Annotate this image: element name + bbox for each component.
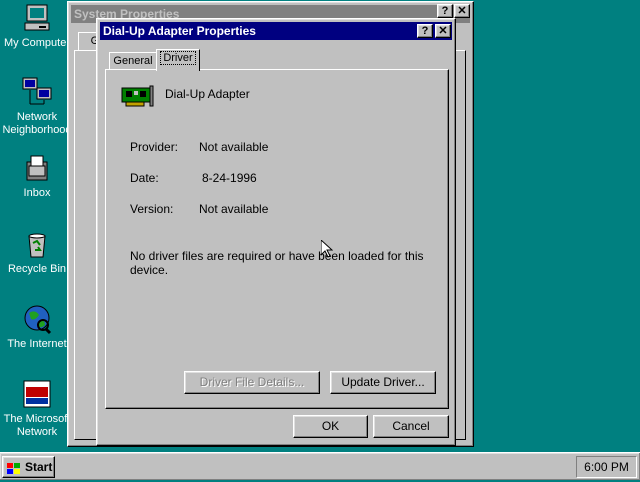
start-label: Start — [25, 460, 53, 474]
tab-driver-label: Driver — [160, 51, 196, 65]
desktop-icon-label: Network Neighborhood — [2, 111, 72, 136]
tab-driver[interactable]: Driver — [156, 49, 200, 71]
version-label: Version: — [130, 202, 174, 216]
desktop-icon-my-computer[interactable]: My Computer — [1, 2, 73, 50]
network-adapter-icon — [120, 84, 154, 108]
mouse-pointer-icon — [320, 238, 334, 258]
desktop-icon-msn[interactable]: The Microsoft Network — [1, 378, 73, 439]
desktop-icon-inbox[interactable]: Inbox — [1, 152, 73, 200]
driver-tab-panel: Dial-Up Adapter Provider: Not available … — [105, 69, 449, 409]
msn-icon — [21, 378, 53, 410]
system-tray: 6:00 PM — [576, 456, 637, 478]
help-button[interactable]: ? — [417, 24, 433, 38]
desktop-icon-label: My Computer — [3, 37, 71, 49]
close-button[interactable]: ✕ — [435, 24, 451, 38]
dialup-properties-dialog: Dial-Up Adapter Properties ? ✕ General D… — [96, 18, 456, 446]
driver-files-message: No driver files are required or have bee… — [130, 249, 424, 277]
inbox-icon — [21, 152, 53, 184]
recycle-bin-icon — [21, 228, 53, 260]
provider-value: Not available — [199, 140, 269, 154]
device-name: Dial-Up Adapter — [165, 87, 250, 101]
help-button[interactable]: ? — [437, 4, 453, 18]
desktop-icon-network-neighborhood[interactable]: Network Neighborhood — [1, 76, 73, 137]
desktop-icon-label: Recycle Bin — [7, 263, 67, 275]
ok-button[interactable]: OK — [293, 415, 368, 438]
dialog-title: Dial-Up Adapter Properties — [103, 24, 256, 38]
close-button[interactable]: ✕ — [454, 4, 470, 18]
date-label: Date: — [130, 171, 159, 185]
network-icon — [21, 76, 53, 108]
windows-logo-icon — [7, 461, 21, 474]
clock[interactable]: 6:00 PM — [584, 460, 629, 474]
driver-file-details-button[interactable]: Driver File Details... — [184, 371, 320, 394]
update-driver-button[interactable]: Update Driver... — [330, 371, 436, 394]
desktop-icon-label: Inbox — [23, 187, 51, 199]
start-button[interactable]: Start — [2, 456, 55, 478]
tab-general[interactable]: General — [109, 52, 157, 70]
desktop-icon-recycle-bin[interactable]: Recycle Bin — [1, 228, 73, 276]
desktop-icon-the-internet[interactable]: The Internet — [1, 303, 73, 351]
taskbar: Start 6:00 PM — [0, 452, 640, 480]
internet-globe-icon — [21, 303, 53, 335]
dialog-titlebar[interactable]: Dial-Up Adapter Properties — [100, 22, 452, 40]
provider-label: Provider: — [130, 140, 179, 154]
date-value: 8-24-1996 — [202, 171, 257, 185]
cancel-button[interactable]: Cancel — [373, 415, 449, 438]
version-value: Not available — [199, 202, 269, 216]
desktop-icon-label: The Internet — [7, 338, 67, 350]
desktop-icon-label: The Microsoft Network — [3, 413, 71, 438]
computer-icon — [21, 2, 53, 34]
